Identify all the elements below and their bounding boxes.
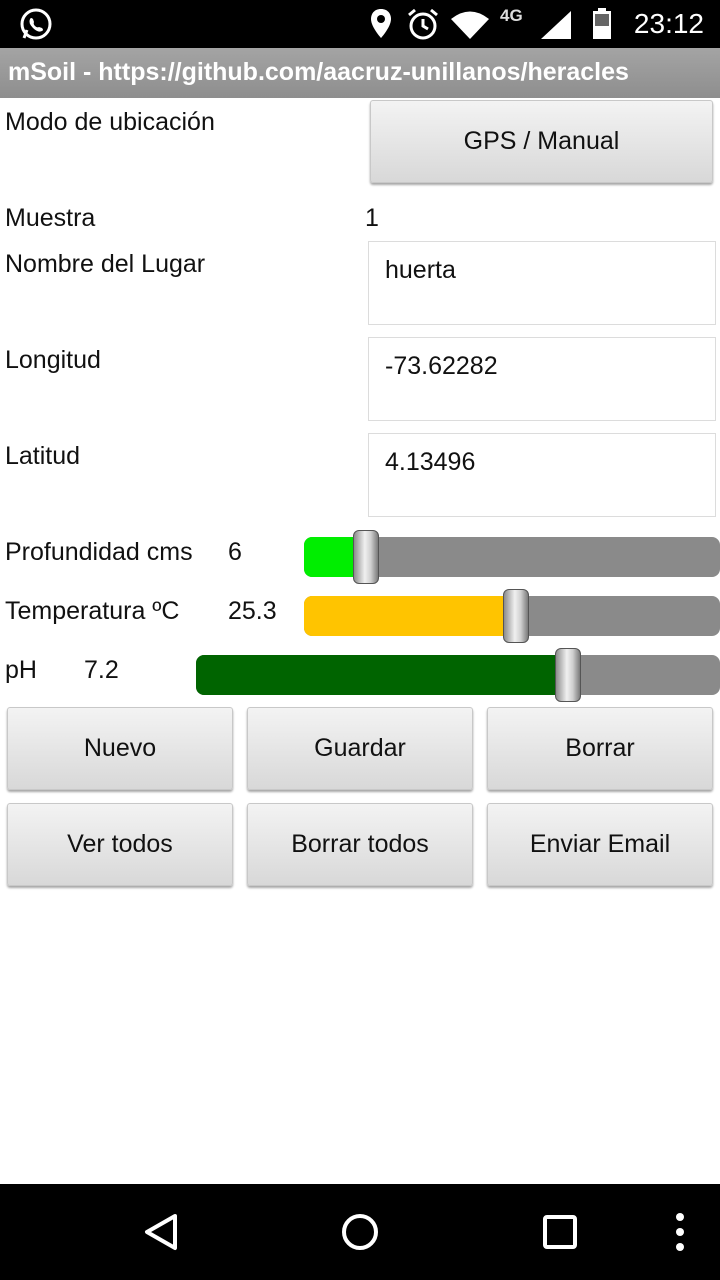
home-icon[interactable] xyxy=(340,1212,380,1252)
depth-label: Profundidad cms xyxy=(5,538,193,566)
longitude-input[interactable]: -73.62282 xyxy=(368,337,716,421)
whatsapp-icon xyxy=(20,8,52,40)
latitude-input[interactable]: 4.13496 xyxy=(368,433,716,517)
gps-manual-button[interactable]: GPS / Manual xyxy=(370,100,713,183)
place-name-label: Nombre del Lugar xyxy=(5,250,206,278)
ph-slider-thumb[interactable] xyxy=(555,648,582,702)
ph-value: 7.2 xyxy=(84,656,119,684)
location-icon xyxy=(371,9,391,38)
latitude-label: Latitud xyxy=(5,442,81,470)
battery-icon xyxy=(593,8,611,39)
app-title-bar: mSoil - https://github.com/aacruz-unilla… xyxy=(0,48,720,98)
save-button[interactable]: Guardar xyxy=(247,707,473,790)
new-button[interactable]: Nuevo xyxy=(7,707,233,790)
longitude-label: Longitud xyxy=(5,346,101,374)
network-type: 4G xyxy=(500,6,523,25)
depth-slider-thumb[interactable] xyxy=(353,530,380,584)
more-vert-icon[interactable] xyxy=(674,1212,686,1252)
ph-slider-track[interactable] xyxy=(196,655,720,695)
delete-button[interactable]: Borrar xyxy=(487,707,713,790)
temperature-label: Temperatura ºC xyxy=(5,597,180,625)
temperature-slider-fill xyxy=(304,596,517,636)
signal-icon xyxy=(541,11,571,39)
temperature-slider-thumb[interactable] xyxy=(503,589,530,643)
status-time: 23:12 xyxy=(633,8,704,39)
alarm-icon xyxy=(408,8,438,40)
sample-label: Muestra xyxy=(5,204,96,232)
delete-all-button[interactable]: Borrar todos xyxy=(247,803,473,886)
depth-value: 6 xyxy=(228,538,242,566)
temperature-slider[interactable] xyxy=(304,589,720,643)
depth-slider[interactable] xyxy=(304,530,720,584)
recents-icon[interactable] xyxy=(542,1214,578,1250)
wifi-icon xyxy=(451,11,489,39)
send-email-button[interactable]: Enviar Email xyxy=(487,803,713,886)
ph-slider-fill xyxy=(196,655,569,695)
back-icon[interactable] xyxy=(141,1212,181,1252)
navigation-bar xyxy=(0,1184,720,1280)
temperature-value: 25.3 xyxy=(228,597,277,625)
status-bar: 4G 23:12 xyxy=(0,0,720,48)
location-mode-label: Modo de ubicación xyxy=(5,108,215,136)
view-all-button[interactable]: Ver todos xyxy=(7,803,233,886)
ph-slider[interactable] xyxy=(196,648,720,702)
sample-value: 1 xyxy=(365,204,379,232)
app-title: mSoil - https://github.com/aacruz-unilla… xyxy=(8,58,629,86)
ph-label: pH xyxy=(5,656,37,684)
place-name-input[interactable]: huerta xyxy=(368,241,716,325)
